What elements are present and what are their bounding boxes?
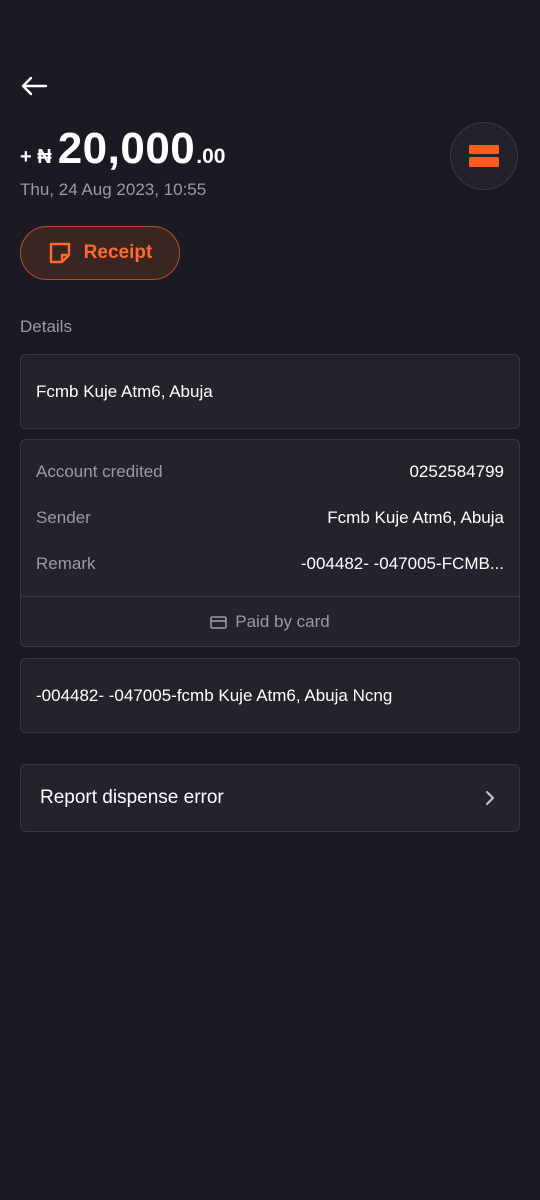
paid-by-card: Paid by card bbox=[21, 612, 519, 632]
merchant-card: Fcmb Kuje Atm6, Abuja bbox=[20, 354, 520, 429]
detail-key: Remark bbox=[36, 554, 96, 573]
transaction-type-badge bbox=[450, 122, 518, 190]
amount-sign: + ₦ bbox=[20, 146, 52, 168]
arrow-left-icon bbox=[21, 76, 48, 96]
receipt-button[interactable]: Receipt bbox=[20, 226, 180, 280]
report-label: Report dispense error bbox=[40, 787, 224, 808]
detail-value: -004482- -047005-FCMB... bbox=[300, 554, 504, 573]
back-button[interactable] bbox=[18, 72, 50, 100]
card-icon bbox=[469, 145, 499, 167]
amount-value: 20,000 bbox=[57, 124, 196, 173]
narration-text: -004482- -047005-fcmb Kuje Atm6, Abuja N… bbox=[36, 685, 393, 705]
transaction-datetime: Thu, 24 Aug 2023, 10:55 bbox=[20, 180, 207, 199]
merchant-name: Fcmb Kuje Atm6, Abuja bbox=[36, 381, 213, 401]
detail-row-remark: Remark -004482- -047005-FCMB... bbox=[36, 554, 504, 574]
report-dispense-error-button[interactable]: Report dispense error bbox=[20, 764, 520, 832]
transaction-amount: + ₦ 20,000 .00 bbox=[20, 124, 225, 174]
divider bbox=[21, 596, 519, 597]
detail-row-account-credited: Account credited 0252584799 bbox=[36, 462, 504, 482]
detail-key: Account credited bbox=[36, 462, 163, 481]
chevron-right-icon bbox=[486, 791, 494, 805]
receipt-note-icon bbox=[49, 242, 70, 264]
detail-key: Sender bbox=[36, 508, 91, 527]
paid-by-label: Paid by card bbox=[235, 612, 330, 631]
card-outline-icon bbox=[210, 615, 228, 629]
details-section-label: Details bbox=[20, 317, 72, 336]
narration-card: -004482- -047005-fcmb Kuje Atm6, Abuja N… bbox=[20, 658, 520, 733]
transaction-detail-screen: + ₦ 20,000 .00 Thu, 24 Aug 2023, 10:55 R… bbox=[0, 0, 540, 1200]
receipt-label: Receipt bbox=[83, 242, 153, 263]
detail-value: Fcmb Kuje Atm6, Abuja bbox=[327, 508, 504, 527]
detail-value: 0252584799 bbox=[409, 462, 504, 481]
amount-decimal: .00 bbox=[196, 145, 226, 168]
detail-row-sender: Sender Fcmb Kuje Atm6, Abuja bbox=[36, 508, 504, 528]
details-card: Account credited 0252584799 Sender Fcmb … bbox=[20, 439, 520, 647]
